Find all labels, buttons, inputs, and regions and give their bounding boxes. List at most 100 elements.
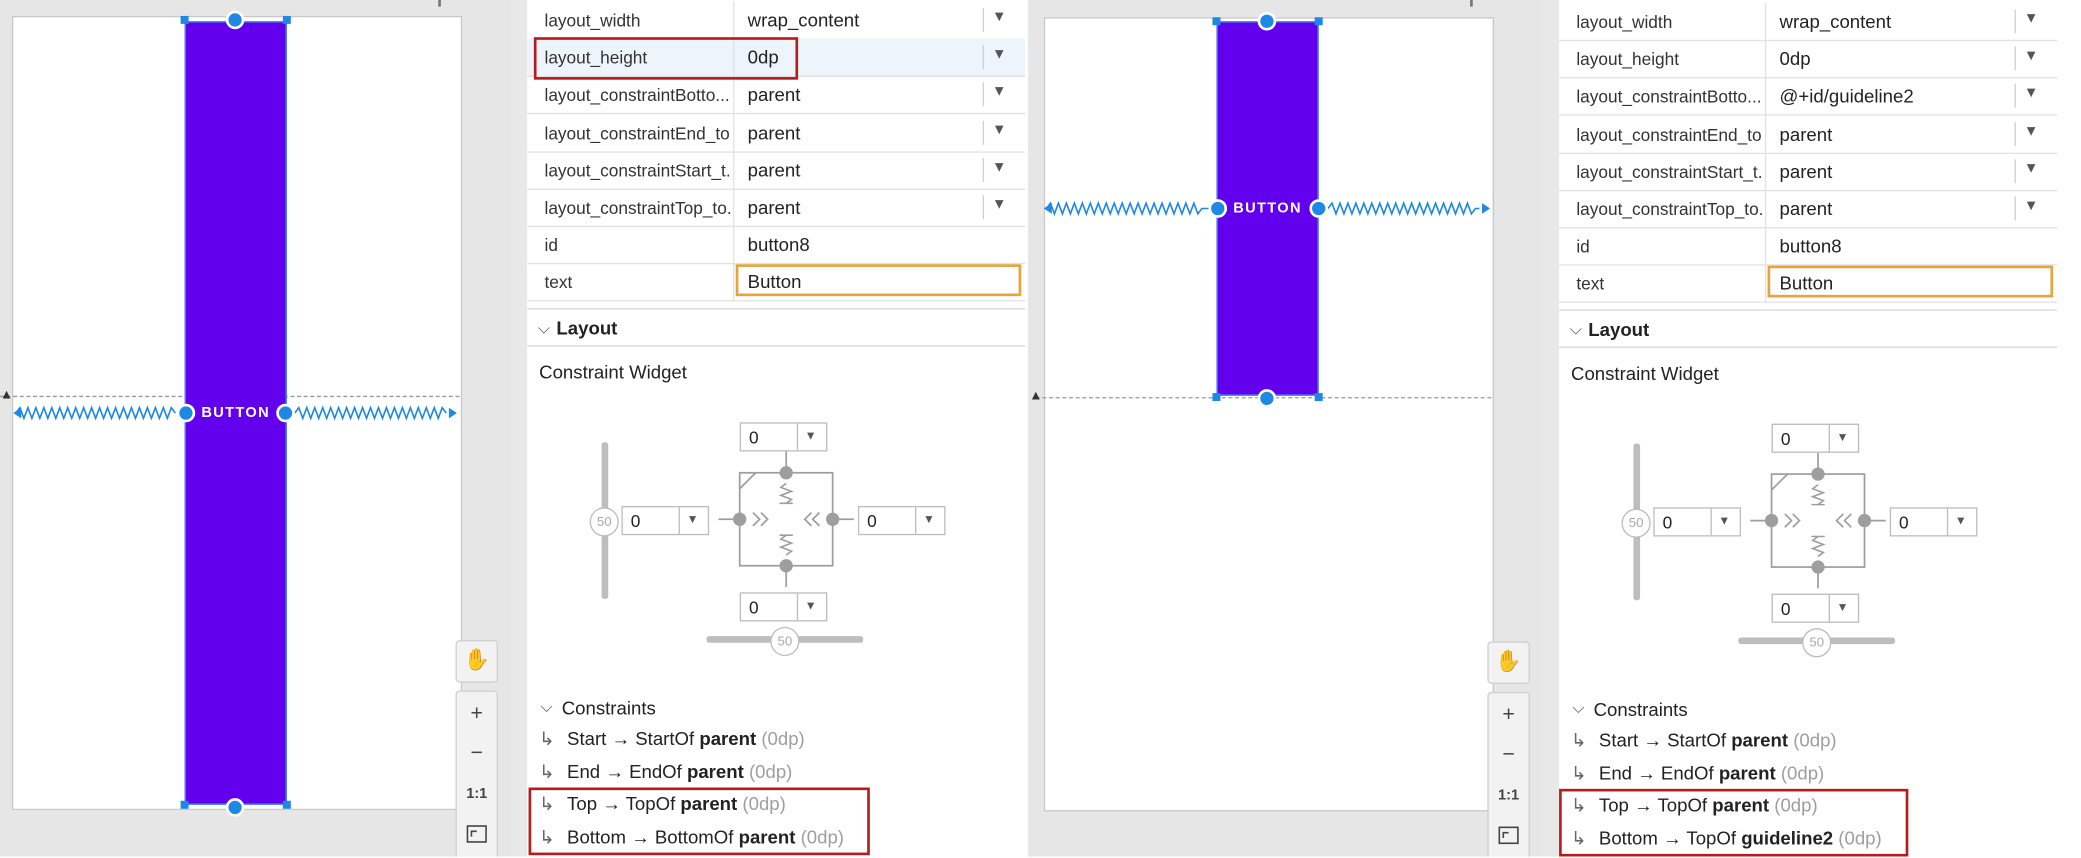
resize-handle[interactable] [282, 15, 291, 24]
start-anchor-handle[interactable] [176, 403, 196, 423]
hand-icon[interactable]: ✋ [1489, 645, 1529, 680]
start-margin-select[interactable]: 0 ▼ [621, 505, 710, 536]
attribute-name: text [1576, 274, 1605, 295]
dropdown-arrow-icon[interactable]: ▼ [992, 84, 1006, 100]
text-value-input-focus[interactable] [1767, 266, 2054, 298]
dropdown-arrow-icon[interactable]: ▼ [2024, 198, 2038, 214]
constraints-section-title[interactable]: Constraints [1594, 699, 1688, 720]
dropdown-arrow-icon[interactable]: ▼ [992, 47, 1006, 63]
attribute-row: id button8 [527, 226, 1026, 265]
fit-screen-icon[interactable] [457, 817, 497, 852]
attribute-value-field[interactable]: 0dp [1780, 48, 1811, 69]
dropdown-arrow-icon[interactable]: ▼ [2024, 123, 2038, 139]
attribute-value-field[interactable]: parent [1780, 123, 1833, 144]
panel-scroll-rail[interactable] [1543, 0, 1560, 857]
attributes-panel-left: layout_width wrap_content ▼ layout_height 0d… [527, 0, 1043, 857]
constraint-widget-title: Constraint Widget [539, 361, 687, 383]
attribute-row: layout_constraintBotto... parent ▼ [527, 76, 1026, 115]
dropdown-arrow-icon[interactable]: ▼ [2024, 11, 2038, 27]
section-divider [1559, 309, 2058, 311]
dropdown-arrow-icon[interactable]: ▼ [992, 9, 1006, 25]
attribute-value-field[interactable]: wrap_content [1780, 11, 1892, 32]
panel-scroll-rail[interactable] [511, 0, 528, 857]
resize-handle[interactable] [180, 15, 189, 24]
attribute-name: layout_width [544, 10, 641, 31]
preview-button-label: BUTTON [201, 405, 270, 421]
bottom-anchor-handle[interactable] [1257, 389, 1277, 408]
attribute-value-field[interactable]: wrap_content [748, 9, 860, 30]
top-margin-select[interactable]: 0 ▼ [739, 422, 828, 452]
chevron-down-icon[interactable]: ⌵ [1572, 699, 1584, 719]
constraint-target: parent [1731, 729, 1789, 751]
dropdown-arrow-icon[interactable]: ▼ [992, 197, 1006, 213]
layout-section-title[interactable]: Layout [556, 317, 617, 338]
zoom-out-button[interactable]: − [1489, 738, 1529, 773]
constraint-target: parent [1718, 761, 1776, 783]
attribute-value-field[interactable]: parent [748, 197, 801, 218]
resize-handle[interactable] [1212, 393, 1221, 402]
attribute-name: text [544, 272, 573, 293]
constraint-widget-diagram[interactable] [1745, 452, 1891, 599]
attribute-row: layout_height 0dp ▼ [1559, 40, 2058, 79]
attribute-value-field[interactable]: parent [748, 159, 801, 180]
constraint-item[interactable]: Start → StartOf parent (0dp) [567, 728, 805, 749]
actual-size-button[interactable]: 1:1 [1489, 778, 1529, 813]
dropdown-arrow-icon[interactable]: ▼ [992, 159, 1006, 175]
chevron-down-icon[interactable]: ⌵ [540, 697, 552, 717]
dropdown-arrow-icon[interactable]: ▼ [2024, 160, 2038, 176]
resize-handle[interactable] [1314, 17, 1323, 26]
constraint-widget-diagram[interactable] [713, 451, 859, 598]
constraint-item[interactable]: End → EndOf parent (0dp) [1599, 762, 1824, 783]
chevron-down-icon: ▼ [1954, 513, 1967, 528]
vertical-bias-value[interactable]: 50 [1621, 508, 1651, 538]
zoom-in-button[interactable]: + [1489, 699, 1529, 734]
chevron-down-icon[interactable]: ⌵ [538, 319, 550, 339]
constraint-item[interactable]: Start → StartOf parent (0dp) [1599, 729, 1837, 750]
resize-handle[interactable] [1212, 17, 1221, 26]
top-anchor-handle[interactable] [1257, 11, 1277, 31]
dropdown-arrow-icon[interactable]: ▼ [992, 122, 1006, 138]
fit-screen-icon[interactable] [1489, 818, 1529, 853]
resize-handle[interactable] [282, 800, 291, 809]
vertical-bias-value[interactable]: 50 [589, 507, 619, 537]
bottom-anchor-handle[interactable] [225, 798, 245, 817]
horizontal-bias-value[interactable]: 50 [1802, 628, 1832, 658]
attribute-value-field[interactable]: button8 [748, 234, 810, 255]
end-margin-value: 0 [1899, 512, 1909, 533]
attribute-value-field[interactable]: @+id/guideline2 [1780, 86, 1914, 107]
constraint-margin: (0dp) [761, 727, 805, 749]
start-anchor-handle[interactable] [1208, 199, 1228, 218]
layout-section-title[interactable]: Layout [1588, 319, 1649, 340]
end-anchor-handle[interactable] [1309, 199, 1328, 218]
end-margin-select[interactable]: 0 ▼ [1889, 507, 1978, 537]
constraints-section-title[interactable]: Constraints [562, 697, 656, 718]
attribute-value-field[interactable]: button8 [1780, 235, 1842, 256]
attribute-row: layout_constraintEnd_to... parent ▼ [527, 113, 1026, 153]
end-anchor-handle[interactable] [276, 403, 295, 423]
attribute-name: layout_constraintStart_t... [1576, 161, 1763, 182]
hand-icon[interactable]: ✋ [457, 644, 497, 679]
attribute-row: layout_width wrap_content ▼ [527, 1, 1026, 40]
actual-size-button[interactable]: 1:1 [457, 777, 497, 812]
constraint-item[interactable]: End → EndOf parent (0dp) [567, 760, 792, 781]
chevron-down-icon[interactable]: ⌵ [1570, 320, 1582, 340]
constraint-margin: (0dp) [1793, 729, 1837, 751]
resize-handle[interactable] [180, 800, 189, 809]
dropdown-arrow-icon[interactable]: ▼ [2024, 48, 2038, 64]
attribute-value-field[interactable]: parent [748, 84, 801, 105]
attribute-name: id [1576, 236, 1590, 257]
start-margin-select[interactable]: 0 ▼ [1653, 507, 1742, 537]
attribute-value-field[interactable]: parent [748, 122, 801, 143]
zoom-out-button[interactable]: − [457, 737, 497, 772]
end-margin-select[interactable]: 0 ▼ [857, 505, 946, 536]
attribute-value-field[interactable]: parent [1780, 160, 1833, 181]
zoom-in-button[interactable]: + [457, 697, 497, 732]
attribute-name: layout_constraintBotto... [544, 85, 730, 106]
dropdown-arrow-icon[interactable]: ▼ [2024, 86, 2038, 102]
attribute-value-field[interactable]: parent [1780, 198, 1833, 219]
resize-handle[interactable] [1314, 393, 1323, 402]
text-value-input-focus[interactable] [735, 264, 1022, 297]
horizontal-bias-value[interactable]: 50 [770, 626, 800, 657]
top-anchor-handle[interactable] [225, 10, 245, 30]
top-margin-select[interactable]: 0 ▼ [1771, 423, 1860, 453]
